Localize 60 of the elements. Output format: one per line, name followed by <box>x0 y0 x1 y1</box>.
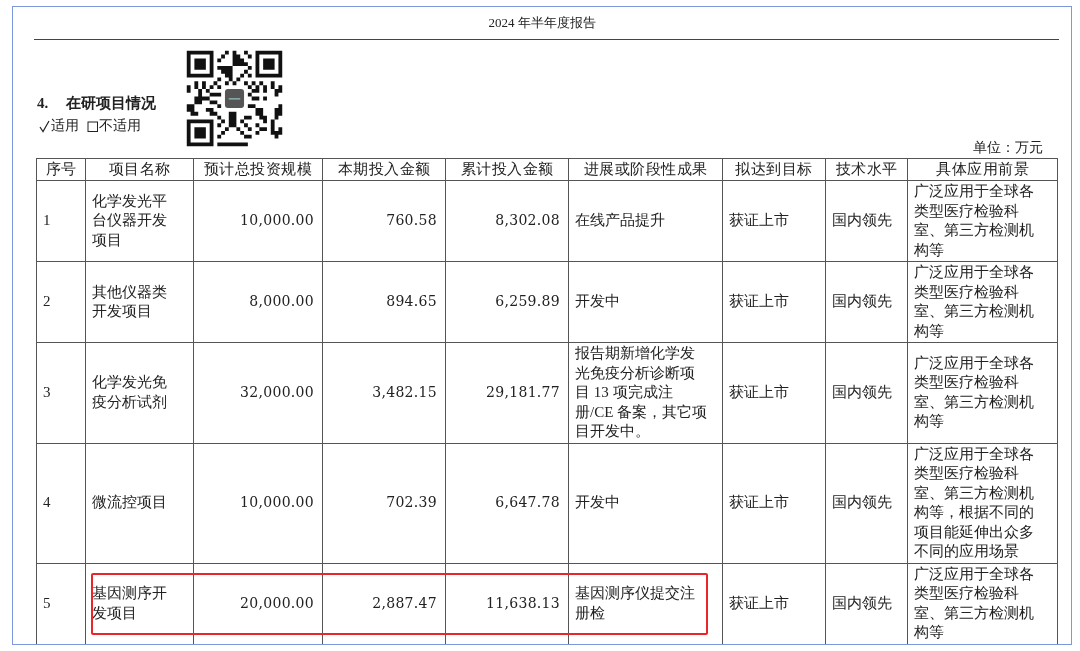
row-number: 4 <box>43 493 51 513</box>
tech-level: 国内领先 <box>832 493 892 513</box>
progress-text: 在线产品提升 <box>575 211 666 231</box>
cumulative-amount: 6,647.78 <box>495 493 560 513</box>
project-name: 基因测序开发项目 <box>92 584 168 623</box>
project-name: 微流控项目 <box>92 493 168 513</box>
cumulative-amount: 29,181.77 <box>486 383 560 402</box>
column-header: 技术水平 <box>826 158 908 181</box>
period-amount: 760.58 <box>386 211 437 231</box>
total-budget: 32,000.00 <box>240 383 314 402</box>
application-text: 广泛应用于全球各类型医疗检验科室、第三方检测机构等，根据不同的项目能延伸出众多不同的应用场景 <box>914 444 1035 561</box>
tech-level: 国内领先 <box>832 383 892 402</box>
application-text: 广泛应用于全球各类型医疗检验科室、第三方检测机构等 <box>914 353 1035 432</box>
cumulative-amount: 6,259.89 <box>495 292 560 312</box>
column-header: 拟达到目标 <box>723 158 826 181</box>
column-header: 本期投入金额 <box>323 158 446 181</box>
target-text: 获证上市 <box>729 211 789 231</box>
tech-level: 国内领先 <box>832 593 892 613</box>
column-header: 进展或阶段性成果 <box>569 158 723 181</box>
progress-text: 报告期新增化学发光免疫分析诊断项目 13 项完成注册/CE 备案，其它项目开发中。 <box>575 344 709 441</box>
application-text: 广泛应用于全球各类型医疗检验科室、第三方检测机构等 <box>914 564 1035 642</box>
project-name: 其他仪器类开发项目 <box>92 282 168 321</box>
application-text: 广泛应用于全球各类型医疗检验科室、第三方检测机构等 <box>914 263 1035 341</box>
period-amount: 3,482.15 <box>372 383 437 402</box>
tech-level: 国内领先 <box>832 211 892 231</box>
period-amount: 2,887.47 <box>372 593 437 613</box>
row-number: 1 <box>43 211 51 231</box>
section-number: 4. <box>37 94 49 113</box>
total-budget: 10,000.00 <box>240 493 314 513</box>
column-header: 序号 <box>37 158 86 181</box>
progress-text: 开发中 <box>575 292 621 312</box>
target-text: 获证上市 <box>729 383 789 402</box>
column-header: 累计投入金额 <box>446 158 569 181</box>
option-label: 不适用 <box>99 117 141 135</box>
application-text: 广泛应用于全球各类型医疗检验科室、第三方检测机构等 <box>914 182 1035 260</box>
column-header: 预计总投资规模 <box>194 158 323 181</box>
report-header-title: 2024 年半年度报告 <box>488 14 596 32</box>
project-name: 化学发光免疫分析试剂 <box>92 373 168 412</box>
total-budget: 8,000.00 <box>249 292 314 312</box>
project-name: 化学发光平台仪器开发项目 <box>92 191 168 250</box>
unit-label: 单位：万元 <box>973 139 1043 157</box>
progress-text: 基因测序仪提交注册检 <box>575 584 696 623</box>
progress-text: 开发中 <box>575 493 621 513</box>
row-number: 3 <box>43 383 51 402</box>
tech-level: 国内领先 <box>832 292 892 312</box>
column-header: 项目名称 <box>86 158 194 181</box>
total-budget: 10,000.00 <box>240 211 314 231</box>
row-number: 5 <box>43 593 51 613</box>
period-amount: 894.65 <box>386 292 437 312</box>
total-budget: 20,000.00 <box>240 593 314 613</box>
cumulative-amount: 8,302.08 <box>495 211 560 231</box>
target-text: 获证上市 <box>729 493 789 513</box>
section-title: 在研项目情况 <box>66 94 157 113</box>
row-number: 2 <box>43 292 51 312</box>
target-text: 获证上市 <box>729 292 789 312</box>
target-text: 获证上市 <box>729 593 789 613</box>
period-amount: 702.39 <box>386 493 437 513</box>
option-label: 适用 <box>51 117 79 135</box>
column-header: 具体应用前景 <box>908 158 1058 181</box>
cumulative-amount: 11,638.13 <box>486 593 560 613</box>
